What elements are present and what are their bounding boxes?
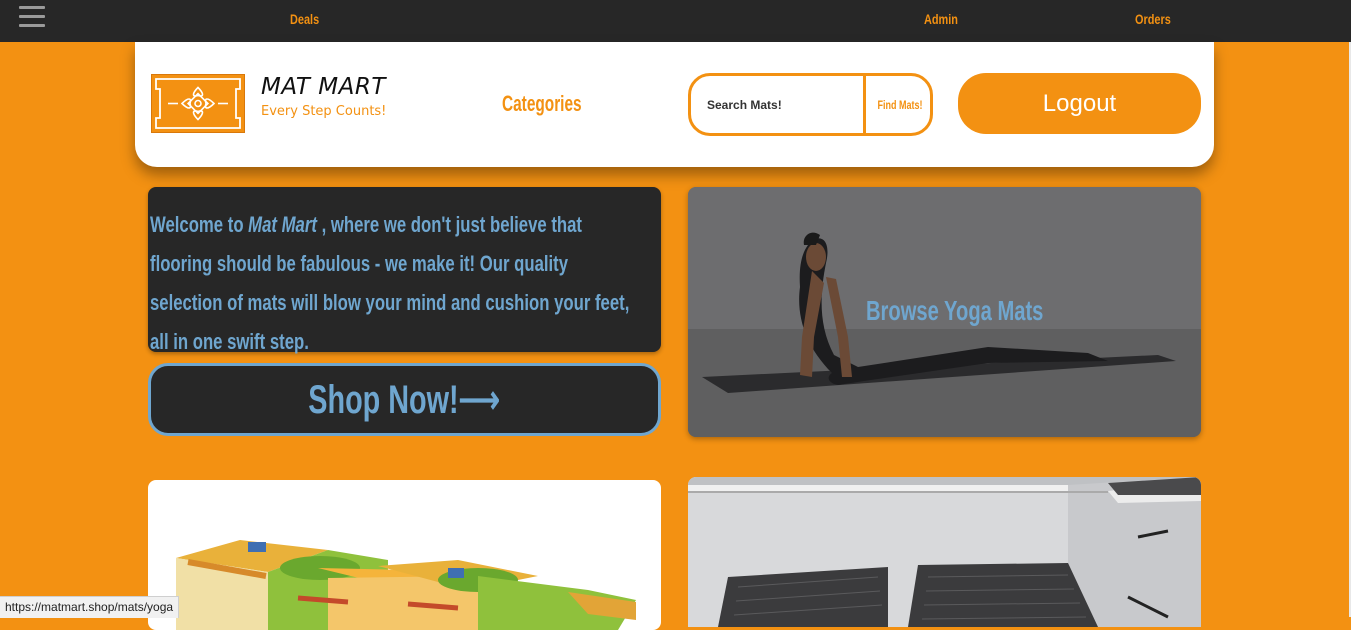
search-input[interactable] [691, 76, 861, 133]
welcome-text: Welcome to Mat Mart , where we don't jus… [150, 205, 636, 361]
nav-link-orders[interactable]: Orders [1135, 11, 1171, 27]
header-card: MAT MART Every Step Counts! Categories F… [135, 42, 1214, 167]
shop-now-label: Shop Now!⟶ [308, 377, 501, 422]
categories-dropdown[interactable]: Categories [502, 91, 582, 117]
browse-yoga-mats-card[interactable]: Browse Yoga Mats [688, 187, 1201, 437]
nav-link-deals[interactable]: Deals [290, 11, 319, 27]
browse-yoga-mats-label: Browse Yoga Mats [866, 295, 1044, 326]
top-nav-bar: Deals Admin Orders [0, 0, 1351, 42]
welcome-panel: Welcome to Mat Mart , where we don't jus… [148, 187, 661, 354]
shop-now-button[interactable]: Shop Now!⟶ [148, 363, 661, 436]
brand-tagline: Every Step Counts! [261, 104, 387, 119]
find-mats-button[interactable]: Find Mats! [863, 76, 930, 133]
find-mats-label: Find Mats! [877, 97, 922, 112]
hamburger-menu-icon[interactable] [19, 6, 45, 28]
kitchen-mats-photo [688, 477, 1201, 627]
puzzle-mats-card[interactable] [148, 480, 661, 630]
kitchen-mats-card[interactable] [688, 477, 1201, 627]
status-bar-url: https://matmart.shop/mats/yoga [0, 596, 180, 618]
nav-link-admin[interactable]: Admin [924, 11, 958, 27]
logout-button[interactable]: Logout [958, 73, 1201, 134]
puzzle-mats-photo [176, 540, 636, 630]
welcome-brand: Mat Mart [248, 212, 317, 237]
welcome-prefix: Welcome to [150, 212, 249, 237]
brand-title[interactable]: MAT MART [261, 74, 386, 100]
search-form: Find Mats! [688, 73, 933, 136]
ornament-logo-icon[interactable] [151, 74, 245, 133]
